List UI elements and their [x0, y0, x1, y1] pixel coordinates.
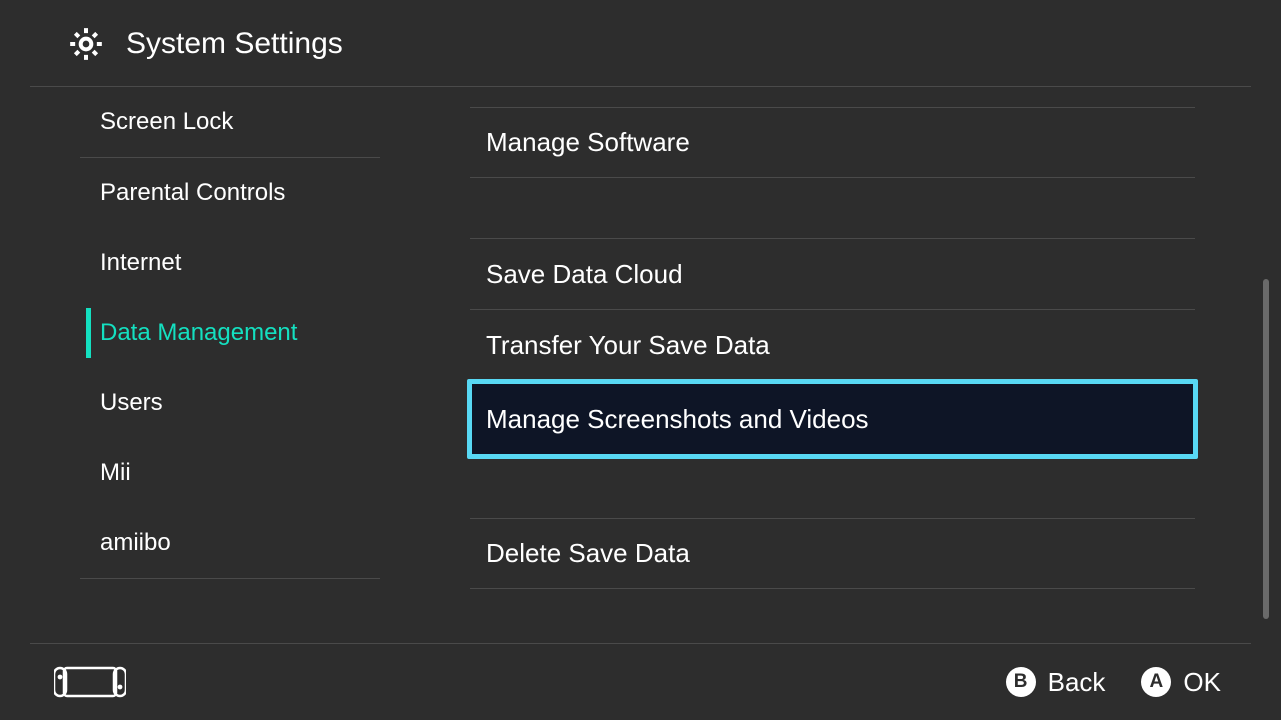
sidebar-item-label: Internet — [100, 249, 181, 277]
scrollbar[interactable] — [1263, 279, 1269, 619]
controller-icon — [54, 666, 126, 698]
back-label: Back — [1048, 667, 1106, 698]
gear-icon — [66, 24, 106, 64]
menu-option[interactable]: Manage Software — [470, 107, 1195, 178]
sidebar-item-label: Users — [100, 389, 163, 417]
b-button-icon: B — [1006, 667, 1036, 697]
main-panel: Free up space by archiving the selected … — [412, 87, 1281, 644]
sidebar-item[interactable]: Data Management — [80, 298, 380, 368]
menu-option[interactable]: Save Data Cloud — [470, 238, 1195, 309]
sidebar-item[interactable]: Internet — [80, 228, 380, 298]
page-title: System Settings — [126, 27, 343, 61]
sidebar-item-label: Mii — [100, 459, 131, 487]
back-button[interactable]: B Back — [1006, 667, 1106, 698]
menu-option-label: Transfer Your Save Data — [486, 330, 770, 361]
menu-option[interactable]: Manage Screenshots and Videos — [467, 379, 1198, 459]
sidebar-item[interactable]: Users — [80, 368, 380, 438]
sidebar-item-label: amiibo — [100, 529, 171, 557]
ok-label: OK — [1183, 667, 1221, 698]
sidebar-item[interactable]: Parental Controls — [80, 158, 380, 228]
sidebar-separator — [80, 578, 380, 579]
group-gap — [470, 458, 1195, 518]
sidebar-item[interactable]: amiibo — [80, 508, 380, 578]
ok-button[interactable]: A OK — [1141, 667, 1221, 698]
menu-option-label: Manage Software — [486, 127, 690, 158]
option-description: Free up space by archiving the selected … — [470, 87, 1195, 107]
menu-option-label: Manage Screenshots and Videos — [486, 404, 869, 435]
sidebar-item-label: Parental Controls — [100, 179, 285, 207]
sidebar-item[interactable]: Screen Lock — [80, 87, 380, 157]
sidebar-item-label: Data Management — [100, 319, 297, 347]
footer: B Back A OK — [0, 644, 1281, 720]
sidebar-item[interactable]: Mii — [80, 438, 380, 508]
sidebar-item-label: Screen Lock — [100, 108, 233, 136]
sidebar: Screen Lock Parental Controls Internet Data… — [0, 87, 412, 644]
a-button-icon: A — [1141, 667, 1171, 697]
menu-option[interactable]: Delete Save Data — [470, 518, 1195, 589]
menu-option-label: Save Data Cloud — [486, 259, 683, 290]
group-gap — [470, 178, 1195, 238]
menu-option-label: Delete Save Data — [486, 538, 690, 569]
menu-option[interactable]: Transfer Your Save Data — [470, 309, 1195, 380]
